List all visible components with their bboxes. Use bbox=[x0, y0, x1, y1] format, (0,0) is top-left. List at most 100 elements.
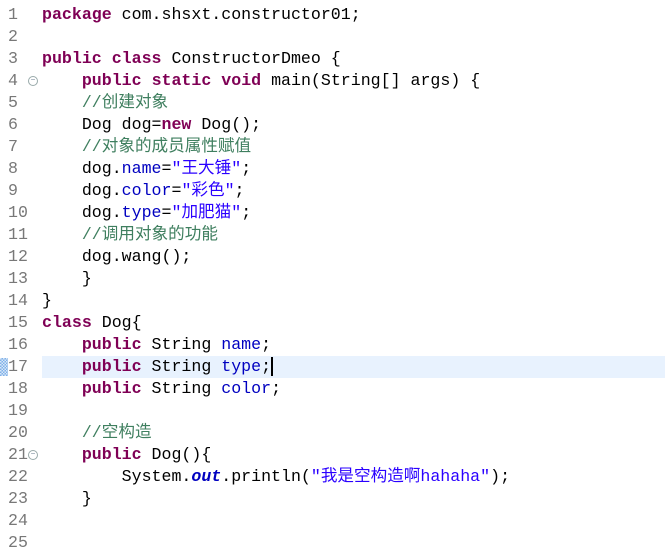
line-number: 24 bbox=[8, 511, 28, 530]
code-content[interactable]: package com.shsxt.constructor01; bbox=[42, 4, 665, 26]
code-content[interactable]: //调用对象的功能 bbox=[42, 224, 665, 246]
field-name: type bbox=[121, 203, 162, 222]
code-content[interactable]: public String name; bbox=[42, 334, 665, 356]
code-content[interactable]: class Dog{ bbox=[42, 312, 665, 334]
code-content[interactable]: Dog dog=new Dog(); bbox=[42, 114, 665, 136]
line-number: 1 bbox=[8, 5, 18, 24]
string-literal: "加肥猫" bbox=[171, 203, 242, 222]
code-line[interactable]: 17 public String type; bbox=[0, 356, 665, 378]
code-content[interactable]: //对象的成员属性赋值 bbox=[42, 136, 665, 158]
code-content[interactable]: public Dog(){ bbox=[42, 444, 665, 466]
code-content[interactable]: } bbox=[42, 488, 665, 510]
code-line[interactable]: 12 dog.wang(); bbox=[0, 246, 665, 268]
line-number: 20 bbox=[8, 423, 28, 442]
line-number: 2 bbox=[8, 27, 18, 46]
line-number: 21 bbox=[8, 445, 28, 464]
code-content[interactable]: dog.type="加肥猫"; bbox=[42, 202, 665, 224]
code-content[interactable]: public String type; bbox=[42, 356, 665, 378]
code-text: Dog{ bbox=[91, 313, 142, 332]
code-content[interactable]: //创建对象 bbox=[42, 92, 665, 114]
code-line[interactable]: 20 //空构造 bbox=[0, 422, 665, 444]
code-line[interactable]: 4− public static void main(String[] args… bbox=[0, 70, 665, 92]
code-content[interactable] bbox=[42, 510, 665, 532]
code-text: ; bbox=[261, 335, 272, 354]
code-text: } bbox=[42, 489, 92, 508]
code-text: Dog(); bbox=[191, 115, 262, 134]
code-text: com.shsxt.constructor01; bbox=[111, 5, 361, 24]
keyword: void bbox=[221, 71, 262, 90]
code-line[interactable]: 15 class Dog{ bbox=[0, 312, 665, 334]
code-content[interactable]: dog.wang(); bbox=[42, 246, 665, 268]
line-number: 25 bbox=[8, 533, 28, 552]
code-text: ; bbox=[271, 379, 282, 398]
code-content[interactable] bbox=[42, 532, 665, 554]
keyword: public bbox=[81, 71, 142, 90]
code-line[interactable]: 23 } bbox=[0, 488, 665, 510]
code-editor[interactable]: 1 package com.shsxt.constructor01; 2 3 publi… bbox=[0, 4, 665, 554]
code-line[interactable]: 10 dog.type="加肥猫"; bbox=[0, 202, 665, 224]
code-content[interactable] bbox=[42, 26, 665, 48]
code-line[interactable]: 21− public Dog(){ bbox=[0, 444, 665, 466]
code-text: Dog dog= bbox=[42, 115, 162, 134]
string-literal: "我是空构造啊hahaha" bbox=[310, 467, 491, 486]
code-line[interactable]: 6 Dog dog=new Dog(); bbox=[0, 114, 665, 136]
code-line[interactable]: 1 package com.shsxt.constructor01; bbox=[0, 4, 665, 26]
code-text: Dog(){ bbox=[141, 445, 212, 464]
code-text: ; bbox=[234, 181, 245, 200]
code-text: ; bbox=[241, 203, 252, 222]
line-number: 15 bbox=[8, 313, 28, 332]
code-text: dog. bbox=[42, 181, 122, 200]
code-content[interactable]: //空构造 bbox=[42, 422, 665, 444]
code-text: } bbox=[42, 269, 92, 288]
line-number: 11 bbox=[8, 225, 28, 244]
code-line[interactable]: 18 public String color; bbox=[0, 378, 665, 400]
code-text: dog.wang(); bbox=[42, 247, 192, 266]
line-number: 14 bbox=[8, 291, 28, 310]
code-line[interactable]: 19 bbox=[0, 400, 665, 422]
code-text: System. bbox=[42, 467, 192, 486]
code-content[interactable]: } bbox=[42, 290, 665, 312]
line-number: 4 bbox=[8, 71, 18, 90]
code-text: ; bbox=[241, 159, 252, 178]
code-text: ); bbox=[490, 467, 511, 486]
code-content[interactable]: dog.color="彩色"; bbox=[42, 180, 665, 202]
field-name: color bbox=[221, 379, 272, 398]
code-line[interactable]: 25 bbox=[0, 532, 665, 554]
code-line[interactable]: 16 public String name; bbox=[0, 334, 665, 356]
code-line[interactable]: 13 } bbox=[0, 268, 665, 290]
code-content[interactable]: dog.name="王大锤"; bbox=[42, 158, 665, 180]
code-content[interactable]: } bbox=[42, 268, 665, 290]
code-line[interactable]: 3 public class ConstructorDmeo { bbox=[0, 48, 665, 70]
code-line[interactable]: 8 dog.name="王大锤"; bbox=[0, 158, 665, 180]
keyword: public bbox=[81, 445, 142, 464]
code-line[interactable]: 14} bbox=[0, 290, 665, 312]
line-number: 13 bbox=[8, 269, 28, 288]
keyword: class bbox=[111, 49, 162, 68]
fold-collapse-icon[interactable]: − bbox=[28, 450, 38, 460]
code-text: = bbox=[161, 203, 172, 222]
code-line[interactable]: 9 dog.color="彩色"; bbox=[0, 180, 665, 202]
fold-collapse-icon[interactable]: − bbox=[28, 76, 38, 86]
code-text: } bbox=[42, 291, 52, 310]
code-text: ; bbox=[261, 357, 272, 376]
line-number: 7 bbox=[8, 137, 18, 156]
string-literal: "王大锤" bbox=[171, 159, 242, 178]
code-content[interactable]: System.out.println("我是空构造啊hahaha"); bbox=[42, 466, 665, 488]
code-line[interactable]: 11 //调用对象的功能 bbox=[0, 224, 665, 246]
code-line[interactable]: 2 bbox=[0, 26, 665, 48]
comment: //空构造 bbox=[81, 423, 152, 442]
code-content[interactable] bbox=[42, 400, 665, 422]
code-line[interactable]: 7 //对象的成员属性赋值 bbox=[0, 136, 665, 158]
code-content[interactable]: public static void main(String[] args) { bbox=[42, 70, 665, 92]
code-text: .println( bbox=[221, 467, 311, 486]
code-content[interactable]: public String color; bbox=[42, 378, 665, 400]
code-text: String bbox=[141, 357, 222, 376]
field-name: color bbox=[121, 181, 172, 200]
code-line[interactable]: 22 System.out.println("我是空构造啊hahaha"); bbox=[0, 466, 665, 488]
code-content[interactable]: public class ConstructorDmeo { bbox=[42, 48, 665, 70]
code-line[interactable]: 5 //创建对象 bbox=[0, 92, 665, 114]
code-line[interactable]: 24 bbox=[0, 510, 665, 532]
